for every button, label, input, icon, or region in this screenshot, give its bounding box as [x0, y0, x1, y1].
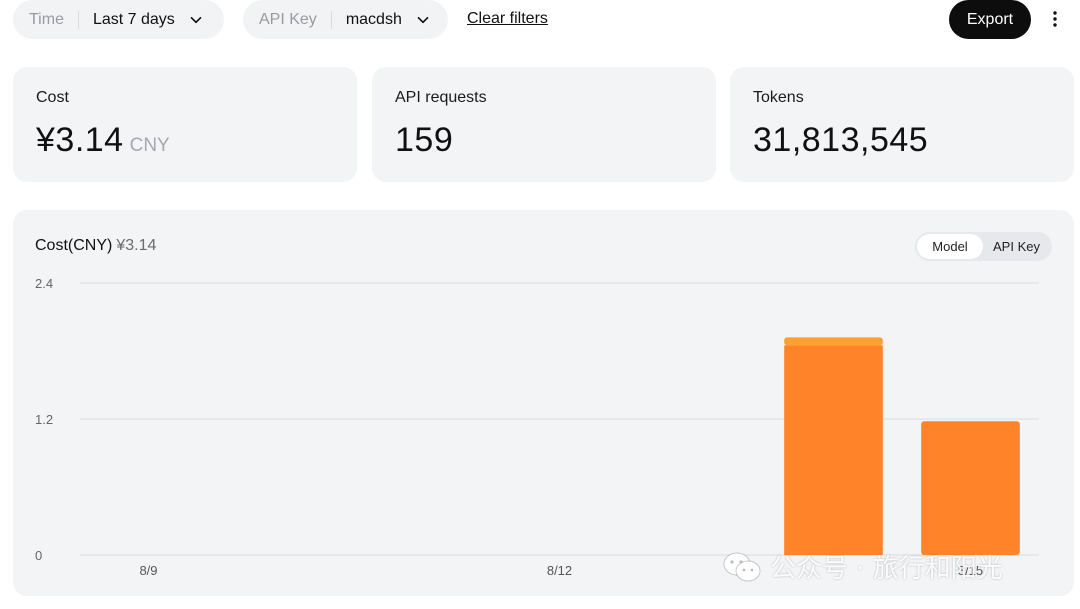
api-key-filter-dropdown[interactable]: API Key macdsh	[243, 0, 448, 39]
api-requests-card: API requests 159	[372, 67, 716, 182]
y-tick-label: 2.4	[35, 276, 53, 291]
api-key-filter-label: API Key	[259, 10, 317, 28]
bar	[784, 337, 883, 346]
api-requests-label: API requests	[395, 89, 487, 106]
wechat-icon	[722, 551, 762, 583]
more-vertical-icon[interactable]	[1042, 6, 1068, 32]
cost-label: Cost	[36, 89, 69, 106]
watermark: 公众号 · 旅行和阳光	[722, 548, 1003, 585]
clear-filters-link[interactable]: Clear filters	[467, 10, 548, 28]
api-key-filter-value: macdsh	[345, 10, 402, 28]
time-filter-dropdown[interactable]: Time Last 7 days	[13, 0, 224, 39]
x-tick-label: 8/9	[139, 563, 157, 578]
bar	[784, 345, 883, 555]
y-tick-label: 0	[35, 548, 42, 563]
api-requests-value: 159	[395, 121, 454, 159]
export-button[interactable]: Export	[949, 0, 1031, 39]
cost-bar-chart: 01.22.48/9 8/12 8/15	[35, 276, 1039, 578]
cost-card: Cost ¥3.14 CNY	[13, 67, 357, 182]
filter-bar: Time Last 7 days API Key macdsh Clear fi…	[0, 0, 1080, 40]
chevron-down-icon	[189, 13, 203, 27]
y-tick-label: 1.2	[35, 412, 53, 427]
x-tick-label: 8/12	[547, 563, 572, 578]
cost-value-row: ¥3.14 CNY	[36, 121, 334, 160]
bar	[921, 421, 1020, 555]
tokens-card: Tokens 31,813,545	[730, 67, 1074, 182]
watermark-text: 公众号 · 旅行和阳光	[770, 554, 1003, 584]
time-filter-value: Last 7 days	[92, 10, 175, 28]
cost-value: ¥3.14	[36, 121, 124, 159]
tokens-label: Tokens	[753, 89, 804, 106]
pill-divider	[77, 10, 79, 29]
pill-divider	[330, 10, 332, 29]
cost-chart-panel: Cost(CNY) ¥3.14 Model API Key 0 1.2 2.4 8/9 8…	[13, 210, 1074, 596]
chevron-down-icon	[416, 13, 430, 27]
time-filter-label: Time	[29, 10, 64, 28]
cost-unit: CNY	[129, 135, 170, 156]
tokens-value: 31,813,545	[753, 121, 929, 159]
